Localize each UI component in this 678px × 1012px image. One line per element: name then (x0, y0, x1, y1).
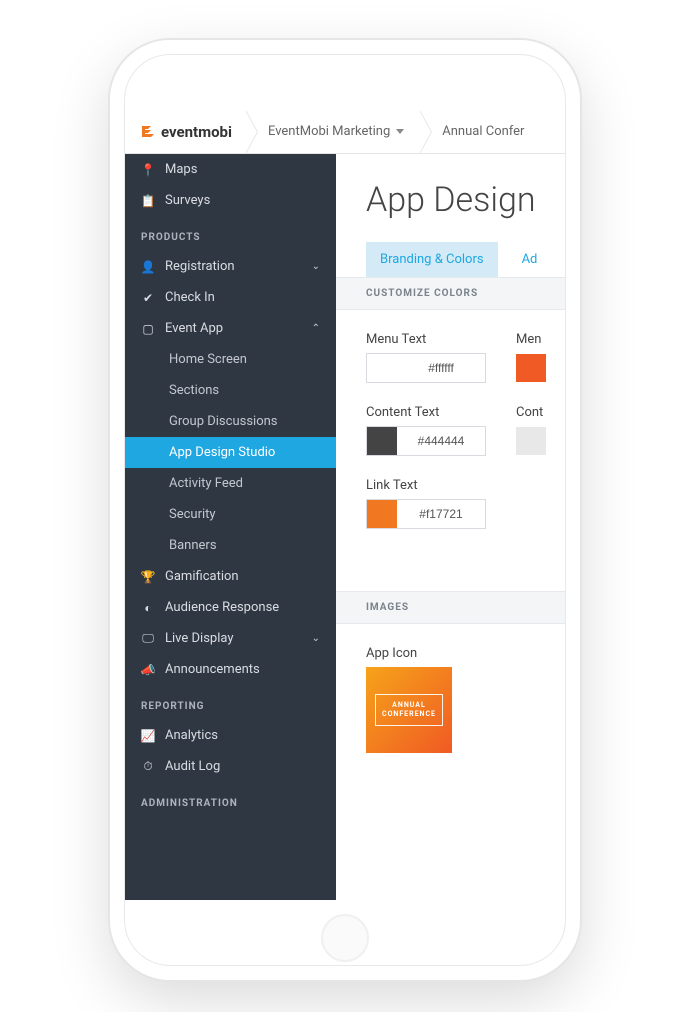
chevron-down-icon (396, 129, 404, 134)
control-row: Link Text (366, 478, 535, 529)
tablet-icon: ▢ (141, 322, 155, 336)
sidebar-item-label: Analytics (165, 728, 218, 743)
color-input-group (366, 426, 486, 456)
tab[interactable]: Branding & Colors (366, 242, 498, 277)
app-icon-preview[interactable]: ANNUAL CONFERENCE (366, 667, 452, 753)
color-swatch[interactable] (367, 500, 397, 528)
sidebar-item-label: Check In (165, 290, 215, 305)
color-controls: Menu TextMenContent TextContLink Text (336, 310, 565, 551)
sidebar: 📍 Maps 📋 Surveys PRODUCTS 👤 Registration ⌄ ✔ Chec… (125, 154, 336, 900)
sidebar-subitem[interactable]: Group Discussions (125, 406, 336, 437)
color-control: Link Text (366, 478, 486, 529)
gauge-icon: ⏱ (141, 759, 155, 774)
sidebar-section-title: REPORTING (125, 685, 336, 720)
sidebar-item-label: Event App (165, 321, 223, 336)
sidebar-item[interactable]: 📋 Surveys (125, 185, 336, 216)
color-swatch[interactable] (367, 354, 397, 382)
chart-icon: 📈 (141, 729, 155, 743)
color-swatch[interactable] (516, 427, 546, 455)
sidebar-item[interactable]: ◐ Audience Response (125, 592, 336, 623)
trophy-icon: 🏆 (141, 570, 155, 584)
control-label: Menu Text (366, 332, 486, 347)
control-row: Content TextCont (366, 405, 535, 456)
sidebar-item[interactable]: 🖵 Live Display ⌄ (125, 623, 336, 654)
sidebar-item-label: Surveys (165, 193, 210, 208)
sidebar-item[interactable]: 📣 Announcements (125, 654, 336, 685)
clipboard-icon: 📋 (141, 194, 155, 208)
chevron-up-icon: ⌃ (312, 323, 320, 334)
hex-input[interactable] (397, 500, 485, 528)
color-swatch[interactable] (367, 427, 397, 455)
color-control: Content Text (366, 405, 486, 456)
pie-icon: ◐ (141, 601, 155, 615)
check-icon: ✔ (141, 291, 155, 305)
sidebar-item[interactable]: 📈 Analytics (125, 720, 336, 751)
sidebar-section-title: PRODUCTS (125, 216, 336, 251)
sidebar-item-label: Audit Log (165, 759, 220, 774)
breadcrumb-item[interactable]: EventMobi Marketing (246, 110, 420, 153)
sidebar-subitem[interactable]: App Design Studio (125, 437, 336, 468)
control-label: Cont (516, 405, 565, 420)
tabs: Branding & Colors Ad (336, 242, 565, 277)
tab[interactable]: Ad (508, 242, 552, 277)
sidebar-subitem[interactable]: Home Screen (125, 344, 336, 375)
screen: eventmobi EventMobi MarketingAnnual Conf… (125, 110, 565, 900)
app-icon-label: App Icon (366, 646, 535, 661)
color-input-group (366, 499, 486, 529)
sidebar-item-label: Registration (165, 259, 235, 274)
sidebar-item[interactable]: 📍 Maps (125, 154, 336, 185)
logo[interactable]: eventmobi (125, 123, 246, 141)
sidebar-subitem[interactable]: Activity Feed (125, 468, 336, 499)
control-label: Men (516, 332, 565, 347)
home-button[interactable] (321, 914, 369, 962)
page-title: App Design (336, 154, 565, 242)
color-control: Men (516, 332, 565, 383)
sidebar-subitem[interactable]: Banners (125, 530, 336, 561)
sidebar-item-label: Live Display (165, 631, 234, 646)
chevron-down-icon: ⌄ (312, 633, 320, 644)
app-icon-text: ANNUAL CONFERENCE (375, 694, 443, 726)
sidebar-item[interactable]: ▢ Event App ⌃ (125, 313, 336, 344)
sidebar-item-label: Maps (165, 162, 197, 177)
main-content: App Design Branding & Colors Ad CUSTOMIZE… (336, 154, 565, 900)
sidebar-item-label: Gamification (165, 569, 239, 584)
megaphone-icon: 📣 (141, 663, 155, 677)
pin-icon: 📍 (141, 163, 155, 177)
breadcrumb-item[interactable]: Annual Confer (420, 110, 540, 153)
band-images: IMAGES (336, 591, 565, 624)
logo-text: eventmobi (161, 123, 232, 141)
control-label: Content Text (366, 405, 486, 420)
control-row: Menu TextMen (366, 332, 535, 383)
color-input-group (366, 353, 486, 383)
breadcrumb: eventmobi EventMobi MarketingAnnual Conf… (125, 110, 565, 154)
hex-input[interactable] (397, 354, 485, 382)
chevron-down-icon: ⌄ (312, 261, 320, 272)
hex-input[interactable] (397, 427, 485, 455)
band-customize-colors: CUSTOMIZE COLORS (336, 277, 565, 310)
sidebar-item[interactable]: 👤 Registration ⌄ (125, 251, 336, 282)
color-swatch[interactable] (516, 354, 546, 382)
sidebar-item[interactable]: ⏱ Audit Log (125, 751, 336, 782)
sidebar-section-title: ADMINISTRATION (125, 782, 336, 817)
color-control: Menu Text (366, 332, 486, 383)
control-label: Link Text (366, 478, 486, 493)
user-plus-icon: 👤 (141, 260, 155, 274)
sidebar-item[interactable]: 🏆 Gamification (125, 561, 336, 592)
sidebar-item-label: Announcements (165, 662, 260, 677)
sidebar-subitem[interactable]: Sections (125, 375, 336, 406)
logo-icon (139, 123, 157, 141)
sidebar-item[interactable]: ✔ Check In (125, 282, 336, 313)
color-control: Cont (516, 405, 565, 456)
display-icon: 🖵 (141, 631, 155, 646)
phone-frame: eventmobi EventMobi MarketingAnnual Conf… (110, 40, 580, 980)
sidebar-item-label: Audience Response (165, 600, 279, 615)
sidebar-subitem[interactable]: Security (125, 499, 336, 530)
images-section: App Icon ANNUAL CONFERENCE (336, 624, 565, 775)
